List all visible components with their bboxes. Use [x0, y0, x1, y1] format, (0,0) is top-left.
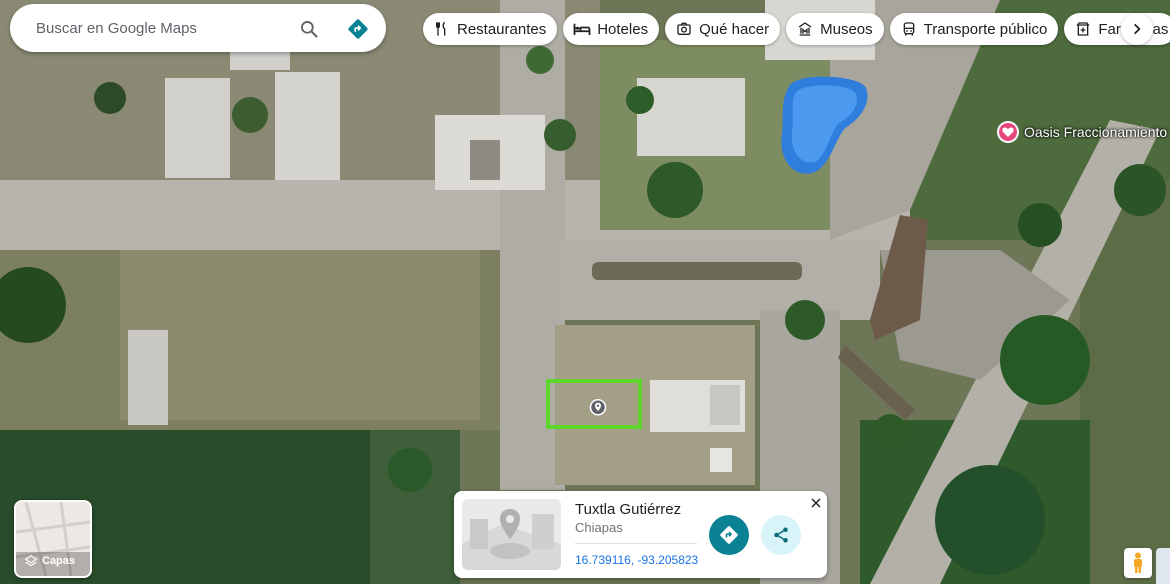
place-card: Tuxtla Gutiérrez Chiapas 16.739116, -93.…: [454, 491, 827, 578]
chip-restaurants[interactable]: Restaurantes: [423, 13, 558, 45]
layers-icon: [24, 555, 38, 567]
search-box: [10, 4, 386, 52]
chip-pharmacy[interactable]: Farmacias: [1064, 13, 1170, 45]
place-subtitle: Chiapas: [575, 520, 623, 535]
chip-things-to-do[interactable]: Qué hacer: [665, 13, 781, 45]
dropped-pin[interactable]: [589, 398, 607, 423]
chip-transit[interactable]: Transporte público: [889, 13, 1059, 45]
chip-label: Qué hacer: [699, 20, 770, 38]
share-icon: [774, 527, 788, 543]
directions-button[interactable]: [345, 16, 371, 42]
card-close-button[interactable]: [807, 494, 825, 512]
search-input[interactable]: [34, 18, 288, 38]
chip-label: Restaurantes: [457, 20, 547, 38]
poi-oasis-fraccionamiento[interactable]: Oasis Fraccionamiento: [996, 120, 1167, 144]
card-share-button[interactable]: [761, 515, 801, 555]
pegman-button[interactable]: [1124, 548, 1152, 578]
chips-next-button[interactable]: [1121, 13, 1153, 45]
chip-hotels[interactable]: Hoteles: [563, 13, 660, 45]
location-pin-icon: [589, 399, 607, 416]
place-thumbnail[interactable]: [462, 499, 561, 570]
bed-icon: [573, 20, 591, 38]
bus-icon: [900, 20, 918, 38]
imagery-thumbnail[interactable]: [1156, 548, 1170, 584]
directions-icon: [720, 526, 738, 544]
place-coordinates[interactable]: 16.739116, -93.205823: [575, 553, 698, 567]
heart-pin-icon: [997, 121, 1019, 143]
poi-label: Oasis Fraccionamiento: [1024, 124, 1168, 140]
chip-label: Transporte público: [923, 20, 1048, 38]
chip-label: Museos: [820, 20, 873, 38]
pegman-icon: [1134, 552, 1142, 573]
directions-icon: [348, 19, 368, 39]
chip-museums[interactable]: Museos: [786, 13, 884, 45]
close-icon: [811, 498, 821, 508]
search-button[interactable]: [296, 16, 322, 42]
museum-icon: [796, 20, 814, 38]
chip-label: Hoteles: [597, 20, 649, 38]
chevron-right-icon: [1134, 23, 1141, 35]
card-divider: [575, 543, 697, 544]
camera-icon: [675, 20, 693, 38]
fork-knife-icon: [433, 20, 451, 38]
layers-label-group: Capas: [24, 554, 75, 568]
layers-button[interactable]: Capas: [14, 500, 92, 578]
pharmacy-icon: [1074, 20, 1092, 38]
place-thumbnail-image: [462, 499, 561, 570]
card-directions-button[interactable]: [709, 515, 749, 555]
layers-label: Capas: [42, 555, 76, 567]
category-chips: Restaurantes Hoteles Qué hacer Museos Tr…: [423, 13, 1170, 45]
search-icon: [301, 21, 318, 38]
place-title: Tuxtla Gutiérrez: [575, 501, 682, 518]
